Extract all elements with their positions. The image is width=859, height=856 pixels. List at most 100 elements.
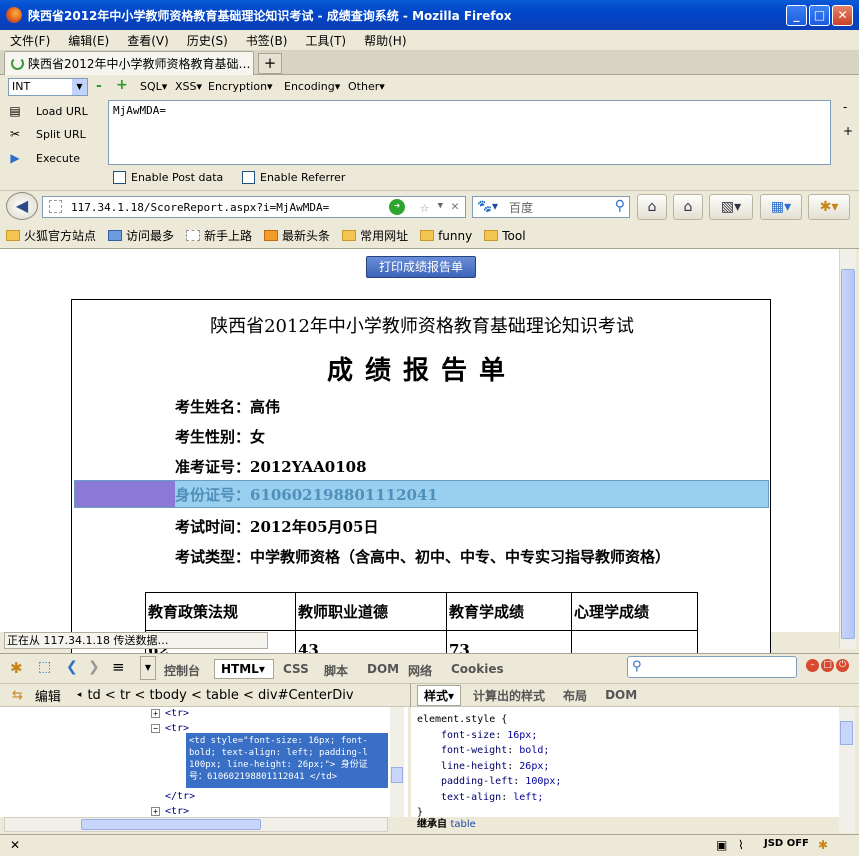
scrollbar-thumb[interactable]: [841, 269, 855, 639]
chevron-down-icon[interactable]: ▼: [438, 201, 443, 211]
css-property[interactable]: padding-left: 100px;: [417, 774, 833, 790]
firebug-minimize-icon[interactable]: –: [806, 659, 819, 672]
hackbar-other-menu[interactable]: Other▾: [348, 80, 385, 93]
menu-edit[interactable]: 编辑(E): [68, 32, 109, 49]
bookmark-tool[interactable]: Tool: [484, 229, 526, 243]
star-icon[interactable]: ☆: [420, 198, 429, 216]
forward-arrow-icon[interactable]: ❯: [88, 659, 100, 675]
firebug-tab-html[interactable]: HTML▾: [214, 659, 274, 679]
go-icon[interactable]: ➜: [389, 199, 405, 215]
side-tab-computed[interactable]: 计算出的样式: [473, 687, 545, 704]
close-button[interactable]: ✕: [832, 5, 853, 26]
firebug-close-icon[interactable]: ⏻: [836, 659, 849, 672]
print-report-button[interactable]: 打印成绩报告单: [366, 256, 476, 278]
scrollbar-thumb[interactable]: [81, 819, 261, 830]
firebug-icon[interactable]: ✱: [818, 838, 828, 852]
firebug-breadcrumb[interactable]: td < tr < tbody < table < div#CenterDiv: [87, 688, 353, 703]
firebug-edit-button[interactable]: 编辑: [35, 686, 61, 705]
selected-td-node[interactable]: <td style="font-size: 16px; font- bold; …: [186, 733, 388, 788]
expand-icon[interactable]: +: [151, 807, 160, 816]
bookmark-latest-headlines[interactable]: 最新头条: [264, 227, 330, 244]
home-button[interactable]: ⌂: [637, 194, 667, 220]
firebug-button[interactable]: ✱▾: [808, 194, 850, 220]
bookmark-most-visited[interactable]: 访问最多: [108, 227, 174, 244]
scrollbar-thumb[interactable]: [391, 767, 403, 783]
bookmark-common-sites[interactable]: 常用网址: [342, 227, 408, 244]
side-tab-layout[interactable]: 布局: [563, 687, 587, 704]
maximize-button[interactable]: □: [809, 5, 830, 26]
hackbar-url-textarea[interactable]: MjAwMDA=: [108, 100, 831, 165]
wireless-icon[interactable]: ⌇: [738, 838, 744, 852]
execute-button[interactable]: ▶ Execute: [8, 151, 80, 165]
search-input[interactable]: 🐾▾ 百度 ⚲: [472, 196, 630, 218]
split-url-button[interactable]: ✂ Split URL: [8, 127, 86, 141]
tab-score-report[interactable]: 陕西省2012年中小学教师资格教育基础…: [4, 51, 254, 75]
search-icon[interactable]: ⚲: [615, 198, 625, 214]
style-scrollbar[interactable]: [839, 707, 855, 833]
screen-icon[interactable]: ▣: [716, 838, 727, 852]
minimize-button[interactable]: _: [786, 5, 807, 26]
inspect-icon[interactable]: ⬚: [38, 659, 51, 675]
css-property[interactable]: font-weight: bold;: [417, 743, 833, 759]
firebug-tab-console[interactable]: 控制台: [164, 662, 200, 679]
css-property[interactable]: text-align: left;: [417, 790, 833, 806]
enable-post-checkbox[interactable]: Enable Post data: [113, 171, 223, 184]
hackbar-collapse-button[interactable]: -: [843, 100, 847, 114]
list-icon[interactable]: ≡: [112, 658, 125, 676]
jsd-status[interactable]: JSD OFF: [764, 838, 809, 849]
close-findbar-icon[interactable]: ✕: [10, 838, 20, 852]
tree-scrollbar[interactable]: [390, 707, 404, 817]
hackbar-sql-menu[interactable]: SQL▾: [140, 80, 167, 93]
chevron-down-icon[interactable]: ▼: [140, 656, 156, 680]
css-property[interactable]: line-height: 26px;: [417, 759, 833, 775]
hackbar-type-select[interactable]: INT ▼: [8, 78, 88, 96]
hackbar-plus-button[interactable]: +: [116, 77, 128, 93]
bookmark-getting-started[interactable]: 新手上路: [186, 227, 252, 244]
css-selector[interactable]: element.style {: [417, 712, 833, 728]
back-arrow-icon[interactable]: ❮: [66, 659, 78, 675]
new-tab-button[interactable]: +: [258, 53, 282, 74]
tree-horizontal-scrollbar[interactable]: [4, 817, 388, 832]
firebug-tab-net[interactable]: 网络: [408, 662, 432, 679]
side-tab-style[interactable]: 样式▾: [417, 684, 462, 706]
address-bar[interactable]: 117.34.1.18/ScoreReport.aspx?i=MjAwMDA= …: [42, 196, 466, 218]
tree-node[interactable]: <tr>: [165, 806, 189, 817]
firebug-tab-css[interactable]: CSS: [283, 662, 309, 676]
hackbar-encryption-menu[interactable]: Encryption▾: [208, 80, 273, 93]
menu-history[interactable]: 历史(S): [187, 32, 228, 49]
load-url-button[interactable]: ▤ Load URL: [8, 104, 87, 118]
scrollbar-thumb[interactable]: [840, 721, 853, 745]
hackbar-minus-button[interactable]: -: [96, 78, 102, 94]
enable-referrer-checkbox[interactable]: Enable Referrer: [242, 171, 345, 184]
firebug-tab-cookies[interactable]: Cookies: [451, 662, 504, 676]
collapse-icon[interactable]: −: [151, 724, 160, 733]
hackbar-xss-menu[interactable]: XSS▾: [175, 80, 202, 93]
screenshot-button[interactable]: ▧▾: [709, 194, 753, 220]
side-tab-dom[interactable]: DOM: [605, 688, 637, 702]
firebug-detach-icon[interactable]: □: [821, 659, 834, 672]
bookmark-funny[interactable]: funny: [420, 229, 472, 243]
bookmark-menu-button[interactable]: ⌂: [673, 194, 703, 220]
firebug-tab-dom[interactable]: DOM: [367, 662, 399, 676]
hackbar-expand-button[interactable]: +: [843, 124, 853, 138]
tree-node[interactable]: </tr>: [165, 791, 195, 802]
bookmark-firefox-site[interactable]: 火狐官方站点: [6, 227, 96, 244]
css-property[interactable]: font-size: 16px;: [417, 728, 833, 744]
menu-file[interactable]: 文件(F): [10, 32, 50, 49]
inherited-table-link[interactable]: table: [450, 819, 475, 830]
back-button[interactable]: ◀: [6, 192, 38, 220]
hackbar-encoding-menu[interactable]: Encoding▾: [284, 80, 340, 93]
menu-help[interactable]: 帮助(H): [364, 32, 406, 49]
chevron-left-icon[interactable]: ◂: [77, 690, 82, 700]
firebug-icon[interactable]: ✱: [10, 659, 23, 677]
stop-icon[interactable]: ✕: [451, 199, 459, 214]
tree-node[interactable]: <tr>: [165, 708, 189, 719]
menu-view[interactable]: 查看(V): [127, 32, 169, 49]
page-scrollbar[interactable]: [839, 249, 856, 649]
expand-icon[interactable]: +: [151, 709, 160, 718]
menu-tools[interactable]: 工具(T): [305, 32, 346, 49]
firebug-search-input[interactable]: ⚲: [627, 656, 797, 678]
menu-bookmarks[interactable]: 书签(B): [246, 32, 288, 49]
firebug-tab-script[interactable]: 脚本: [324, 662, 348, 679]
addons-button[interactable]: ▦▾: [760, 194, 802, 220]
